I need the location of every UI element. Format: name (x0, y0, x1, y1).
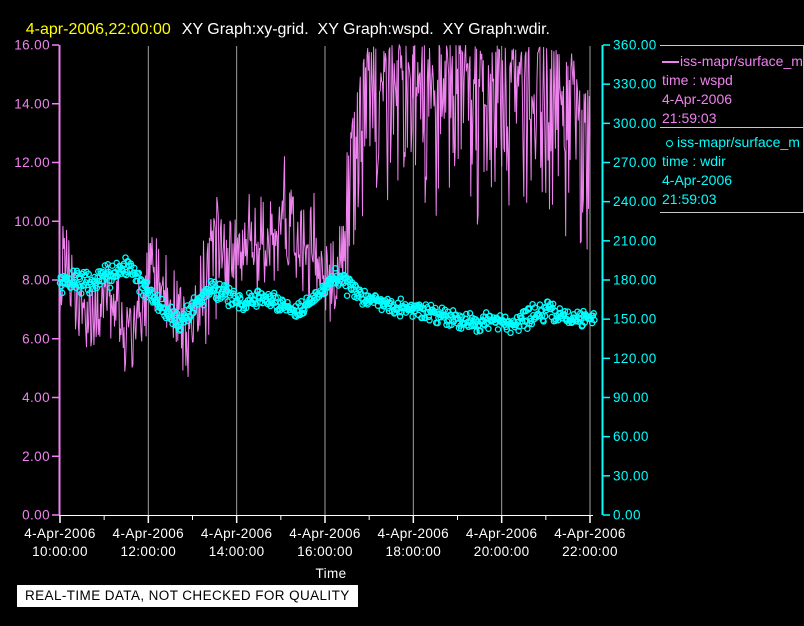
left-axis-tick-label: 12.00 (14, 155, 50, 170)
wdir-point (485, 325, 492, 332)
right-axis-tick-label: 0.00 (613, 508, 641, 523)
right-axis-tick-label: 360.00 (613, 38, 657, 53)
wdir-point (507, 329, 514, 337)
x-axis-tick-time: 10:00:00 (32, 544, 88, 559)
left-axis-tick-label: 8.00 (22, 273, 50, 288)
x-axis-tick-date: 4-Apr-2006 (289, 526, 361, 541)
x-axis-tick-time: 22:00:00 (562, 544, 618, 559)
wdir-point (426, 317, 433, 324)
x-axis-tick-time: 12:00:00 (120, 544, 176, 559)
wdir-point (343, 292, 351, 299)
quality-notice: REAL-TIME DATA, NOT CHECKED FOR QUALITY (17, 585, 358, 607)
right-axis-tick-label: 30.00 (613, 468, 649, 483)
x-axis-tick-date: 4-Apr-2006 (378, 526, 450, 541)
legend-series-date: 4-Apr-2006 (662, 91, 733, 107)
wdir-point (524, 325, 531, 332)
legend-series-time: 21:59:03 (662, 191, 717, 207)
legend-series-name: iss-mapr/surface_m (680, 53, 803, 69)
wdir-circle-sample-icon (666, 139, 673, 147)
x-axis-tick-date: 4-Apr-2006 (554, 526, 626, 541)
x-axis-title: Time (315, 566, 346, 581)
xy-graph-window: 4-apr-2006,22:00:00 XY Graph:xy-grid. XY … (0, 0, 804, 626)
right-axis-tick-label: 180.00 (613, 273, 657, 288)
x-axis-tick-time: 20:00:00 (474, 544, 530, 559)
legend-series-name: iss-mapr/surface_m (677, 134, 800, 150)
x-axis-tick-time: 18:00:00 (385, 544, 441, 559)
right-axis-tick-label: 270.00 (613, 155, 657, 170)
x-axis-tick-date: 4-Apr-2006 (201, 526, 273, 541)
x-axis-tick-date: 4-Apr-2006 (466, 526, 538, 541)
right-axis-tick-label: 120.00 (613, 351, 657, 366)
legend-entry-wdir: iss-mapr/surface_m time : wdir 4-Apr-200… (662, 133, 804, 209)
wdir-point (397, 295, 405, 302)
x-axis-tick-time: 14:00:00 (209, 544, 265, 559)
legend-entry-wspd: iss-mapr/surface_m time : wspd 4-Apr-200… (662, 52, 804, 128)
wdir-point (409, 313, 416, 320)
legend-series-date: 4-Apr-2006 (662, 172, 733, 188)
x-axis-tick-date: 4-Apr-2006 (24, 526, 96, 541)
right-axis-tick-label: 210.00 (613, 233, 657, 248)
left-axis-tick-label: 2.00 (22, 449, 50, 464)
wspd-line-sample-icon (662, 61, 679, 64)
legend: iss-mapr/surface_m time : wspd 4-Apr-200… (660, 45, 804, 213)
left-axis-tick-label: 10.00 (14, 214, 50, 229)
left-axis-tick-label: 0.00 (22, 508, 50, 523)
right-axis-tick-label: 150.00 (613, 312, 657, 327)
left-axis-tick-label: 6.00 (22, 331, 50, 346)
legend-series-field: time : wdir (662, 153, 726, 169)
right-axis-tick-label: 240.00 (613, 194, 657, 209)
legend-separator (660, 212, 804, 213)
left-axis-tick-label: 14.00 (14, 96, 50, 111)
right-axis-tick-label: 300.00 (613, 116, 657, 131)
left-axis-tick-label: 4.00 (22, 390, 50, 405)
x-axis-tick-time: 16:00:00 (297, 544, 353, 559)
left-axis-tick-label: 16.00 (14, 38, 50, 53)
right-axis-tick-label: 90.00 (613, 390, 649, 405)
legend-series-field: time : wspd (662, 72, 733, 88)
x-axis-tick-date: 4-Apr-2006 (113, 526, 185, 541)
wdir-point (106, 284, 114, 291)
legend-separator (660, 45, 804, 46)
right-axis-tick-label: 60.00 (613, 429, 649, 444)
legend-series-time: 21:59:03 (662, 110, 717, 126)
wdir-point (494, 326, 502, 333)
right-axis-tick-label: 330.00 (613, 77, 657, 92)
